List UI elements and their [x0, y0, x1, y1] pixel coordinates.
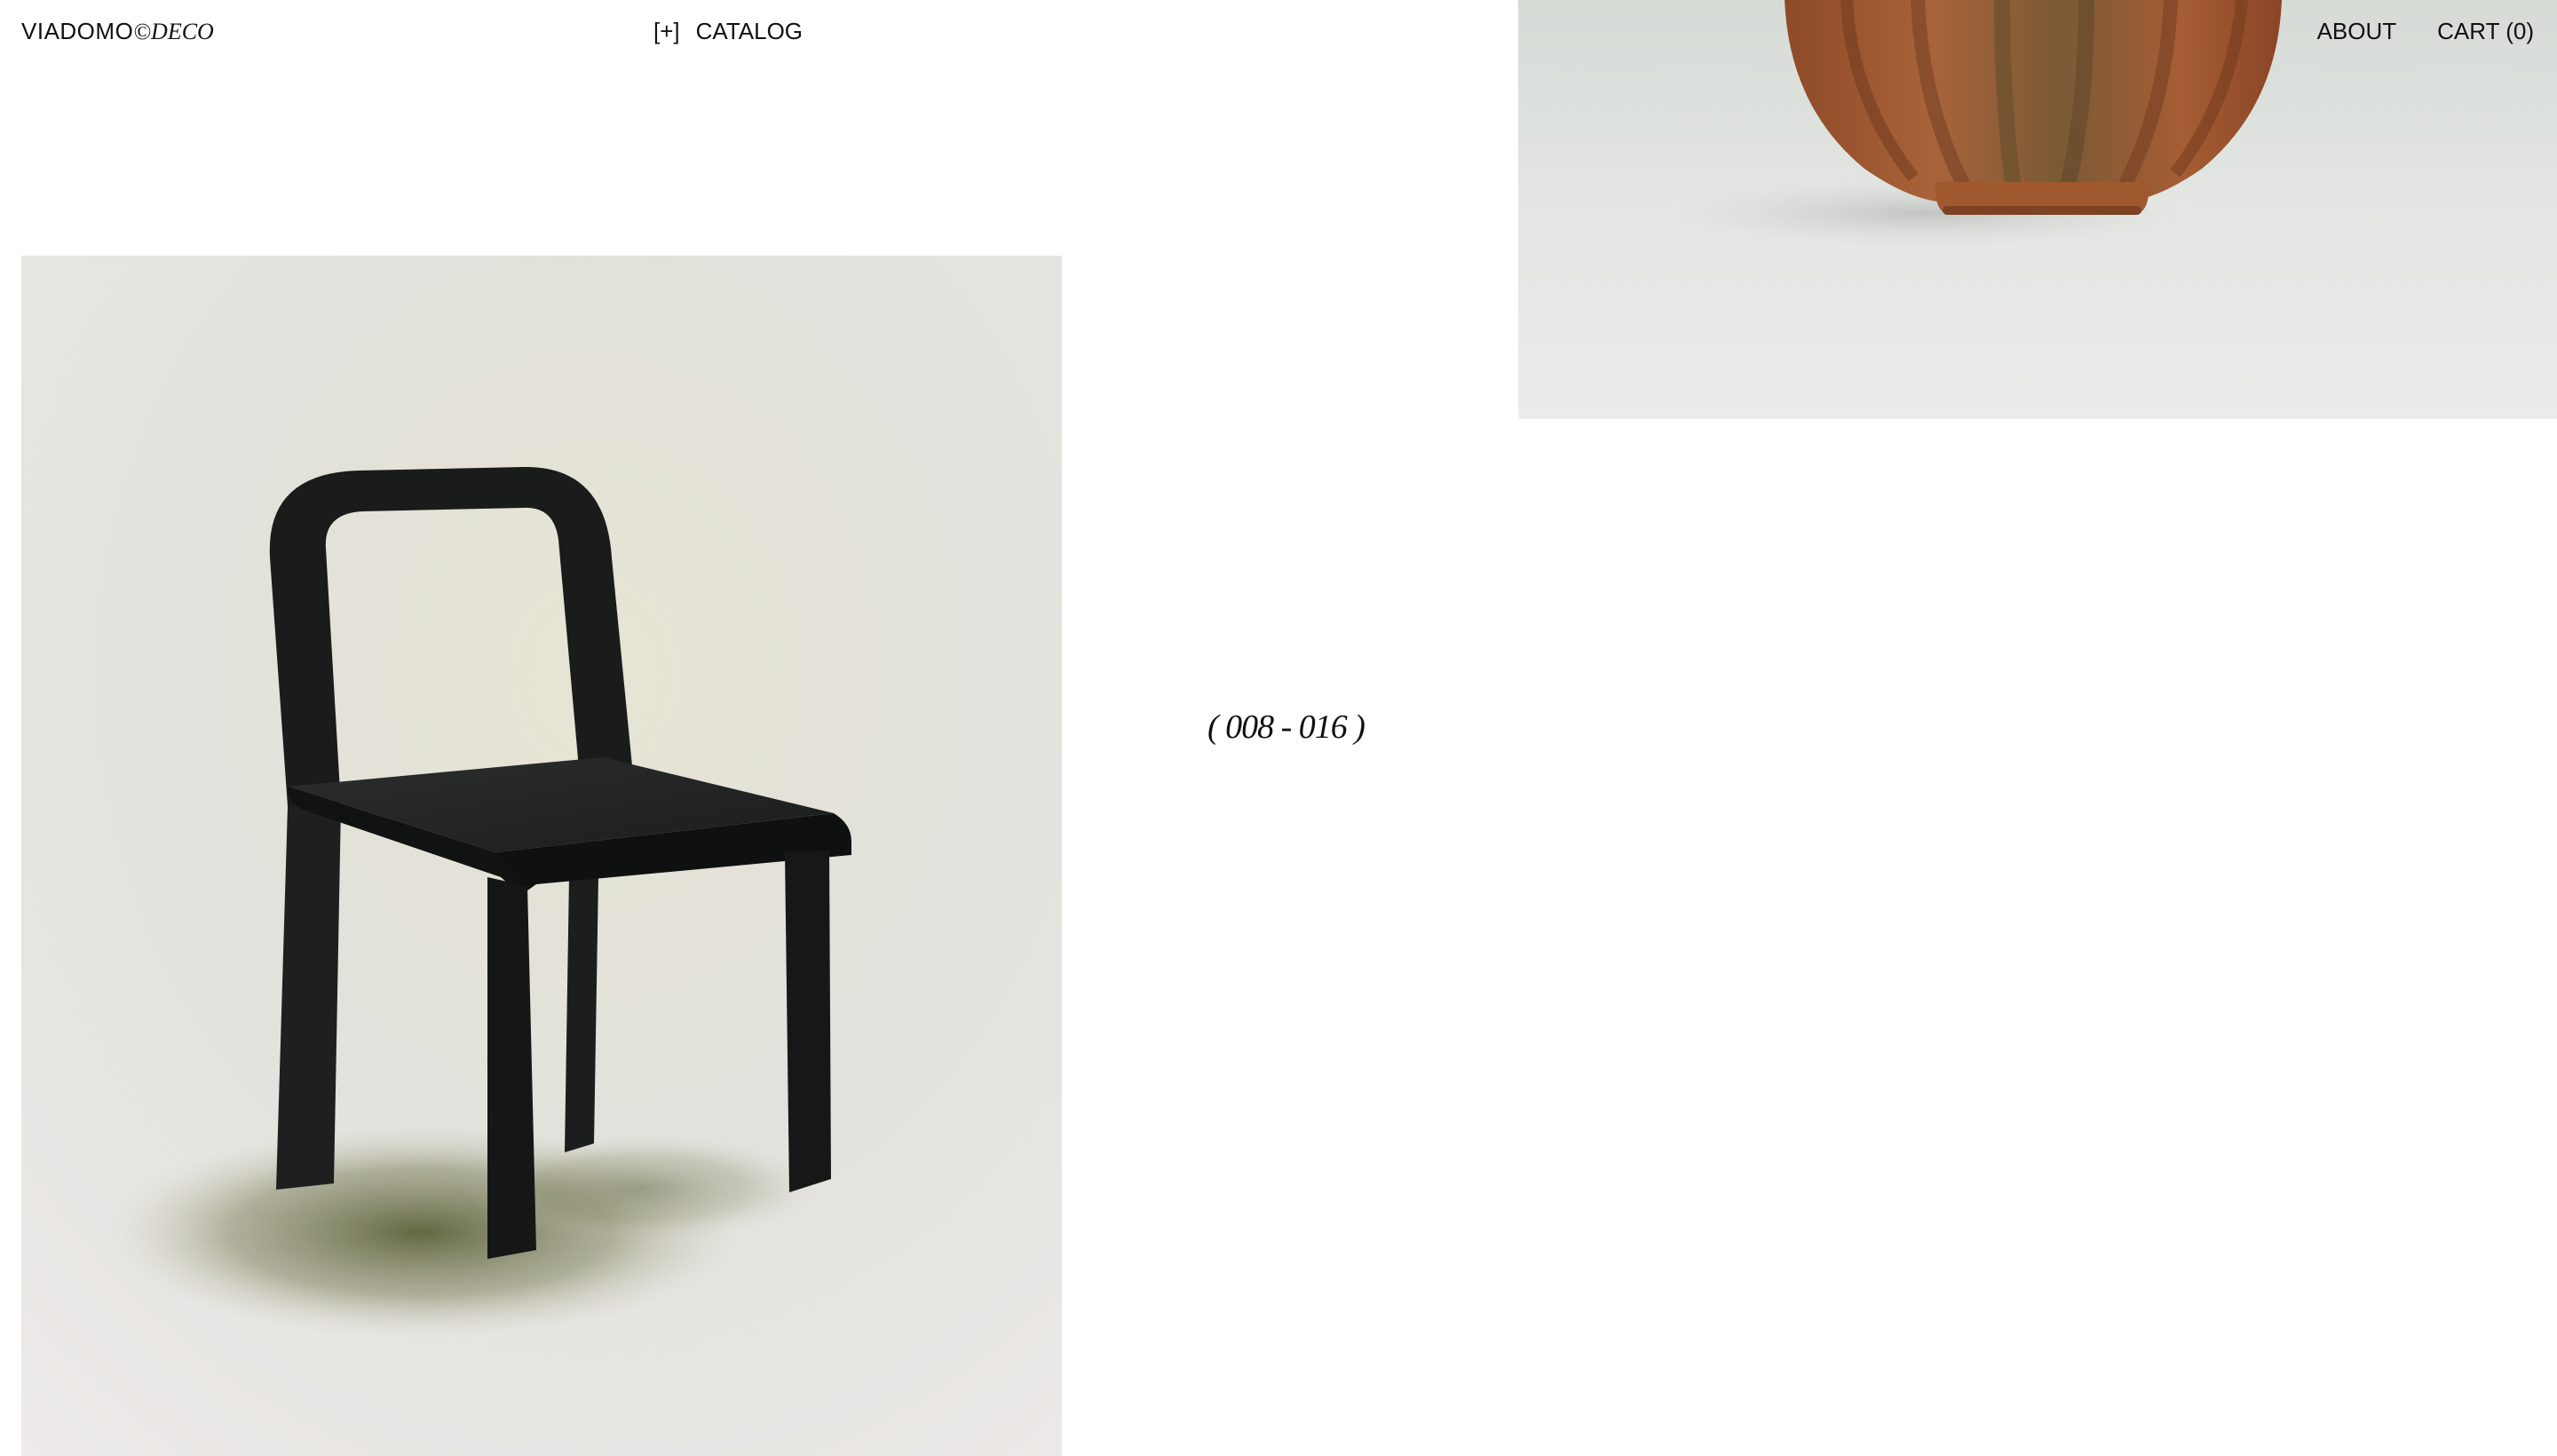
catalog-toggle-icon[interactable]: [+] — [653, 18, 680, 44]
logo-sub: ©DECO — [133, 19, 214, 44]
range-counter: ( 008 - 016 ) — [1207, 708, 1366, 746]
page: VIADOMO©DECO [+] CATALOG ABOUT CART (0) — [0, 0, 2557, 1456]
chair-photo — [21, 256, 1062, 1456]
logo-brand: VIADOMO — [21, 18, 134, 44]
vase-product-image[interactable] — [1518, 0, 2557, 419]
cart-link[interactable]: CART (0) — [2437, 18, 2534, 44]
vase-photo — [1518, 0, 2557, 419]
catalog-nav[interactable]: [+] CATALOG — [653, 16, 803, 46]
chair-product-image[interactable] — [21, 256, 1062, 1456]
logo[interactable]: VIADOMO©DECO — [21, 16, 214, 47]
about-link[interactable]: ABOUT — [2317, 18, 2397, 44]
catalog-link[interactable]: CATALOG — [696, 18, 803, 44]
right-nav: ABOUT CART (0) — [2276, 16, 2534, 46]
